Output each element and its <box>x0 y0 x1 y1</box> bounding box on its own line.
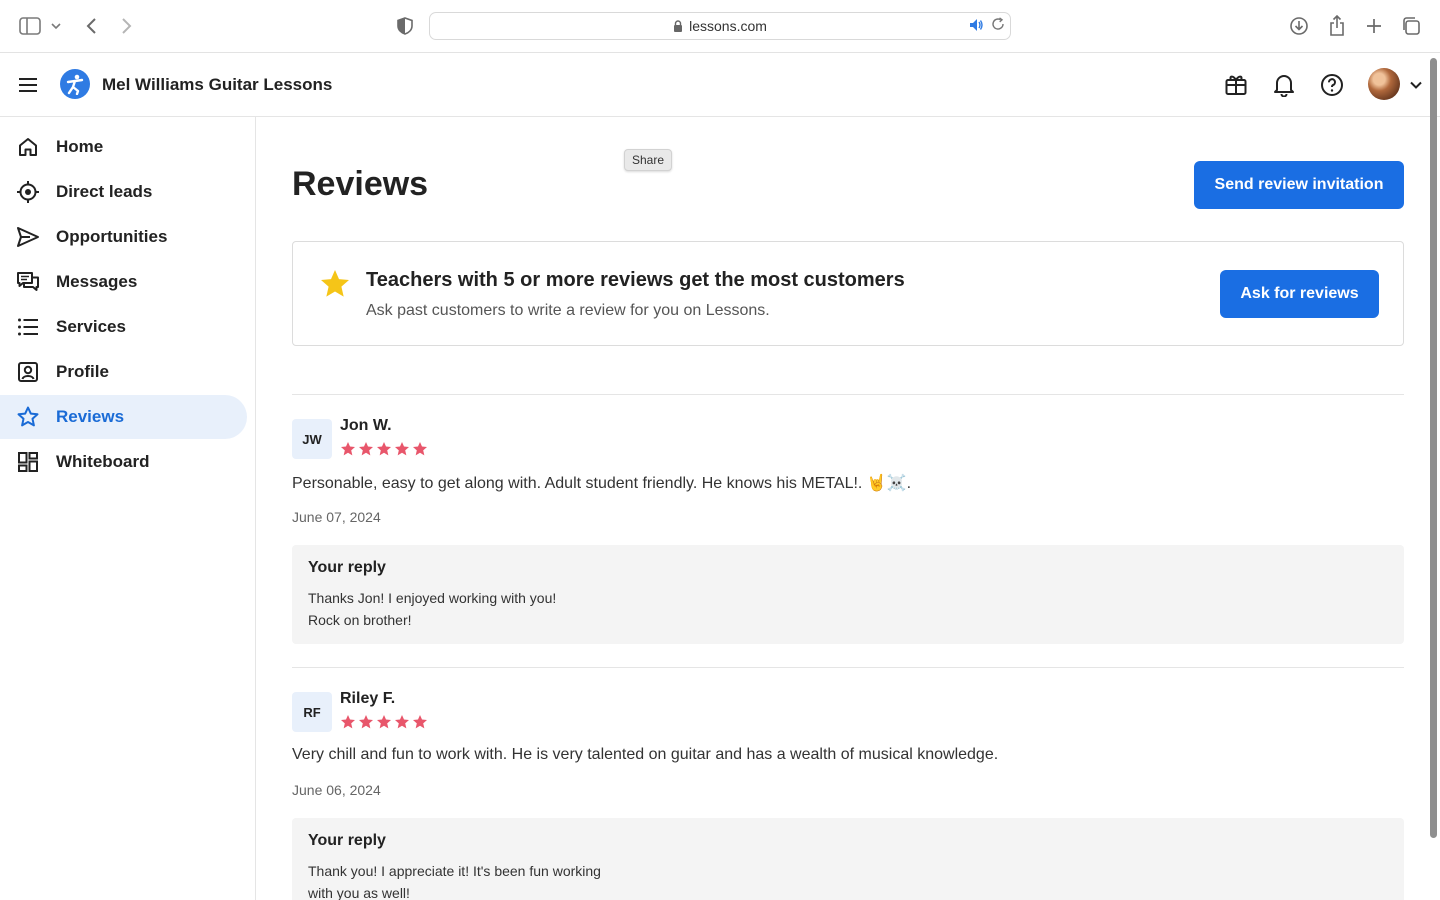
send-review-invitation-button[interactable]: Send review invitation <box>1194 161 1404 209</box>
help-icon[interactable] <box>1319 72 1345 98</box>
speaker-icon[interactable] <box>968 17 984 33</box>
list-icon <box>16 315 40 339</box>
main-content: Reviews Share Send review invitation Tea… <box>256 117 1428 900</box>
chat-icon <box>16 270 40 294</box>
star-icon <box>377 715 391 729</box>
reviewer-initials: RF <box>292 692 332 732</box>
reviewer-initials: JW <box>292 419 332 459</box>
star-icon <box>395 715 409 729</box>
star-icon <box>395 442 409 456</box>
sidebar-item-direct-leads[interactable]: Direct leads <box>0 170 247 214</box>
reviews-promo-card: Teachers with 5 or more reviews get the … <box>292 241 1404 346</box>
review-text: Personable, easy to get along with. Adul… <box>292 475 912 492</box>
star-icon <box>359 715 373 729</box>
new-tab-icon[interactable] <box>1362 14 1386 38</box>
reply-title: Your reply <box>308 832 386 849</box>
sidebar-item-label: Direct leads <box>56 182 153 201</box>
reply-title: Your reply <box>308 559 386 576</box>
sidebar-toggle-icon[interactable] <box>18 14 42 38</box>
avatar[interactable] <box>1368 68 1400 100</box>
divider <box>292 394 1404 395</box>
review-text: Very chill and fun to work with. He is v… <box>292 746 999 763</box>
review-date: June 07, 2024 <box>292 509 381 525</box>
chevron-down-icon[interactable] <box>1408 77 1424 93</box>
star-icon <box>377 442 391 456</box>
bell-icon[interactable] <box>1271 72 1297 98</box>
promo-subtitle: Ask past customers to write a review for… <box>366 302 770 319</box>
share-tooltip: Share <box>624 149 673 171</box>
sidebar-nav: Home Direct leads Opportunities Messages… <box>0 117 256 900</box>
app-title[interactable]: Mel Williams Guitar Lessons <box>102 75 332 95</box>
sidebar-item-reviews[interactable]: Reviews <box>0 395 247 439</box>
home-icon <box>16 135 40 159</box>
star-icon <box>341 715 355 729</box>
shield-icon[interactable] <box>393 14 417 38</box>
address-bar[interactable]: lessons.com <box>429 12 1011 40</box>
reply-box: Your reply Thank you! I appreciate it! I… <box>292 818 1404 900</box>
promo-title: Teachers with 5 or more reviews get the … <box>366 269 905 291</box>
app-header: Mel Williams Guitar Lessons <box>0 53 1440 117</box>
send-icon <box>16 225 40 249</box>
divider <box>292 667 1404 668</box>
chevron-down-icon[interactable] <box>46 14 66 38</box>
sidebar-item-label: Messages <box>56 272 138 291</box>
share-icon[interactable] <box>1325 14 1349 38</box>
star-rating <box>340 714 428 730</box>
reload-icon[interactable] <box>991 17 1005 31</box>
sidebar-item-label: Profile <box>56 362 109 381</box>
target-icon <box>16 180 40 204</box>
reply-box: Your reply Thanks Jon! I enjoyed working… <box>292 545 1404 644</box>
sidebar-item-opportunities[interactable]: Opportunities <box>0 215 247 259</box>
gift-icon[interactable] <box>1223 72 1249 98</box>
sidebar-item-profile[interactable]: Profile <box>0 350 247 394</box>
reviewer-name: Riley F. <box>340 690 396 707</box>
page-title: Reviews <box>292 165 429 203</box>
page-scrollbar[interactable] <box>1430 58 1437 838</box>
sidebar-item-label: Services <box>56 317 126 336</box>
back-icon[interactable] <box>80 14 104 38</box>
sidebar-item-home[interactable]: Home <box>0 125 247 169</box>
url-text: lessons.com <box>689 18 767 34</box>
browser-toolbar: lessons.com <box>0 0 1440 53</box>
reply-text: Thank you! I appreciate it! It's been fu… <box>308 863 601 900</box>
star-icon <box>16 405 40 429</box>
star-icon <box>359 442 373 456</box>
sidebar-item-label: Whiteboard <box>56 452 150 471</box>
reviewer-name: Jon W. <box>340 417 392 434</box>
grid-icon <box>16 450 40 474</box>
lock-icon <box>673 20 683 32</box>
star-rating <box>340 441 428 457</box>
sidebar-item-label: Home <box>56 137 104 156</box>
sidebar-item-label: Opportunities <box>56 227 168 246</box>
ask-for-reviews-button[interactable]: Ask for reviews <box>1220 270 1379 318</box>
sidebar-item-label: Reviews <box>56 407 125 426</box>
sidebar-item-messages[interactable]: Messages <box>0 260 247 304</box>
review-date: June 06, 2024 <box>292 782 381 798</box>
sidebar-item-whiteboard[interactable]: Whiteboard <box>0 440 247 484</box>
download-icon[interactable] <box>1287 14 1311 38</box>
forward-icon[interactable] <box>114 14 138 38</box>
star-icon <box>413 715 427 729</box>
menu-icon[interactable] <box>16 73 40 97</box>
reply-text: Thanks Jon! I enjoyed working with you! … <box>308 590 557 628</box>
lessons-logo-icon[interactable] <box>60 69 90 99</box>
star-icon <box>413 442 427 456</box>
sidebar-item-services[interactable]: Services <box>0 305 247 349</box>
star-icon <box>319 268 351 300</box>
tabs-overview-icon[interactable] <box>1399 14 1423 38</box>
star-icon <box>341 442 355 456</box>
profile-icon <box>16 360 40 384</box>
